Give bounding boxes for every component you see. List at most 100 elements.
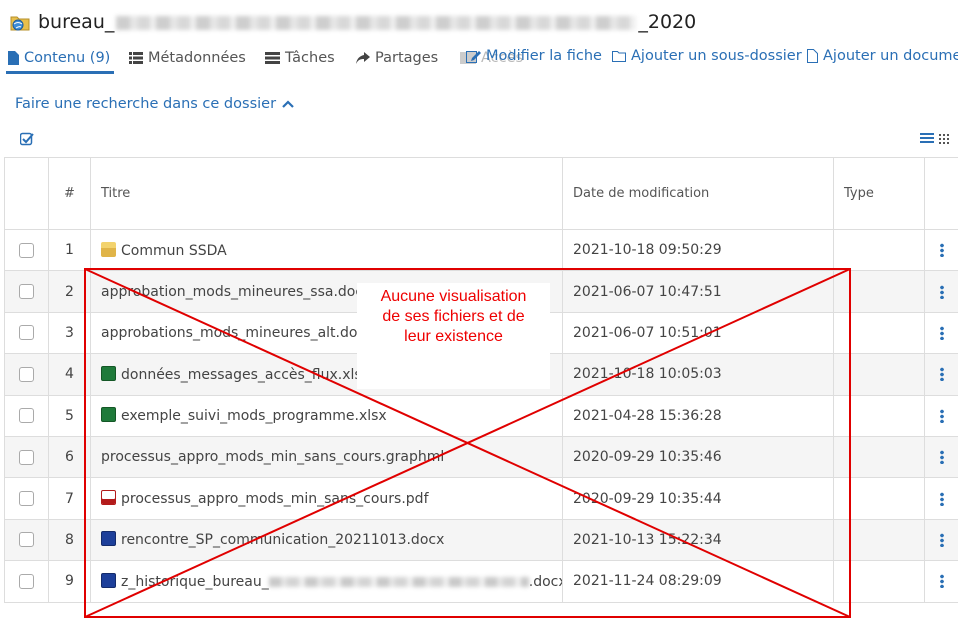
table-row[interactable]: 9 z_historique_bureau_.docx 2021-11-24 0…: [4, 560, 958, 603]
row-title[interactable]: rencontre_SP_communication_20211013.docx: [121, 532, 444, 548]
more-options-icon[interactable]: [939, 367, 944, 382]
list-icon: [129, 52, 143, 64]
table-row[interactable]: 1 Commun SSDA 2021-10-18 09:50:29: [4, 228, 958, 271]
row-type: [833, 435, 925, 478]
row-checkbox[interactable]: [19, 242, 34, 258]
view-switcher: [920, 133, 950, 145]
add-document-button[interactable]: Ajouter un document: [807, 48, 958, 64]
share-icon: [356, 52, 370, 64]
more-options-icon[interactable]: [939, 408, 944, 423]
row-number: 1: [48, 228, 91, 271]
page-title: bureau_ _2020: [38, 11, 697, 33]
row-number: 6: [48, 435, 91, 478]
tab-metadonnees[interactable]: Métadonnées: [129, 50, 246, 66]
folder-icon: [612, 51, 626, 62]
folder-globe-icon: [10, 16, 30, 31]
row-title[interactable]: Commun SSDA: [121, 243, 227, 259]
folder-icon: [101, 241, 116, 257]
row-checkbox[interactable]: [19, 532, 34, 548]
document-icon: [807, 49, 818, 63]
row-title-cell[interactable]: rencontre_SP_communication_20211013.docx: [90, 518, 563, 561]
table-row[interactable]: 6 processus_appro_mods_min_sans_cours.gr…: [4, 435, 958, 478]
pdf-file-icon: [101, 490, 116, 506]
tab-contenu[interactable]: Contenu (9): [5, 50, 115, 74]
row-date: 2021-06-07 10:51:01: [562, 311, 834, 354]
more-options-icon[interactable]: [939, 574, 944, 589]
row-date: 2021-10-13 15:22:34: [562, 518, 834, 561]
row-checkbox[interactable]: [19, 325, 34, 341]
tasks-icon: [265, 52, 280, 64]
more-options-icon[interactable]: [939, 325, 944, 340]
row-type: [833, 311, 925, 354]
row-number: 2: [48, 270, 91, 313]
edit-icon: [466, 51, 481, 63]
select-all-checkbox-icon[interactable]: [20, 132, 34, 146]
row-date: 2021-10-18 10:05:03: [562, 353, 834, 396]
actions-column-header: [924, 157, 958, 230]
row-checkbox[interactable]: [19, 491, 34, 507]
row-type: [833, 560, 925, 603]
row-title[interactable]: approbations_mods_mineures_alt.docx: [101, 325, 373, 341]
word-file-icon: [101, 531, 116, 547]
row-title[interactable]: exemple_suivi_mods_programme.xlsx: [121, 408, 387, 424]
table-row[interactable]: 7 processus_appro_mods_min_sans_cours.pd…: [4, 477, 958, 520]
column-header-title[interactable]: Titre: [90, 157, 563, 230]
table-header-row: # Titre Date de modification Type: [4, 157, 958, 230]
grid-view-icon[interactable]: [938, 133, 950, 145]
row-title[interactable]: processus_appro_mods_min_sans_cours.grap…: [101, 449, 444, 465]
row-date: 2020-09-29 10:35:44: [562, 477, 834, 520]
annotation-note: Aucune visualisation de ses fichiers et …: [357, 283, 550, 389]
row-number: 5: [48, 394, 91, 437]
word-file-icon: [101, 572, 116, 588]
row-checkbox[interactable]: [19, 284, 34, 300]
tab-partages[interactable]: Partages: [356, 50, 438, 66]
row-title-cell[interactable]: exemple_suivi_mods_programme.xlsx: [90, 394, 563, 437]
row-type: [833, 394, 925, 437]
action-label: Ajouter un sous-dossier: [631, 48, 802, 64]
row-title-cell[interactable]: processus_appro_mods_min_sans_cours.grap…: [90, 435, 563, 478]
row-checkbox[interactable]: [19, 573, 34, 589]
column-header-date[interactable]: Date de modification: [562, 157, 834, 230]
row-title[interactable]: processus_appro_mods_min_sans_cours.pdf: [121, 491, 429, 507]
list-view-icon[interactable]: [920, 133, 934, 145]
table-row[interactable]: 5 exemple_suivi_mods_programme.xlsx 2021…: [4, 394, 958, 437]
more-options-icon[interactable]: [939, 532, 944, 547]
column-header-number[interactable]: #: [48, 157, 91, 230]
row-type: [833, 228, 925, 271]
more-options-icon[interactable]: [939, 491, 944, 506]
annotation-line: leur existence: [404, 328, 503, 345]
row-type: [833, 353, 925, 396]
tab-label: Métadonnées: [148, 50, 246, 66]
row-date: 2021-06-07 10:47:51: [562, 270, 834, 313]
add-subfolder-button[interactable]: Ajouter un sous-dossier: [612, 48, 802, 64]
more-options-icon[interactable]: [939, 284, 944, 299]
action-label: Modifier la fiche: [486, 48, 602, 64]
row-checkbox[interactable]: [19, 408, 34, 424]
tab-label: Tâches: [285, 50, 335, 66]
row-number: 9: [48, 560, 91, 603]
row-title[interactable]: données_messages_accès_flux.xlsx: [121, 367, 370, 383]
row-title-cell[interactable]: Commun SSDA: [90, 228, 563, 271]
file-icon: [8, 51, 19, 65]
row-title[interactable]: z_historique_bureau_.docx: [121, 574, 562, 590]
tab-taches[interactable]: Tâches: [265, 50, 335, 66]
more-options-icon[interactable]: [939, 450, 944, 465]
row-title[interactable]: approbation_mods_mineures_ssa.docx: [101, 284, 371, 300]
table-row[interactable]: 8 rencontre_SP_communication_20211013.do…: [4, 518, 958, 561]
column-header-type[interactable]: Type: [833, 157, 925, 230]
row-date: 2020-09-29 10:35:46: [562, 435, 834, 478]
row-checkbox[interactable]: [19, 366, 34, 382]
edit-record-button[interactable]: Modifier la fiche: [466, 48, 602, 64]
row-title-cell[interactable]: processus_appro_mods_min_sans_cours.pdf: [90, 477, 563, 520]
row-date: 2021-11-24 08:29:09: [562, 560, 834, 603]
search-toggle-label: Faire une recherche dans ce dossier: [15, 96, 277, 112]
row-checkbox[interactable]: [19, 449, 34, 465]
folder-search-toggle[interactable]: Faire une recherche dans ce dossier: [15, 96, 294, 112]
row-type: [833, 477, 925, 520]
more-options-icon[interactable]: [939, 243, 944, 258]
row-title-cell[interactable]: z_historique_bureau_.docx: [90, 560, 563, 603]
annotation-line: de ses fichiers et de: [382, 308, 525, 325]
annotation-line: Aucune visualisation: [380, 288, 527, 305]
chevron-up-icon: [282, 100, 294, 108]
excel-file-icon: [101, 365, 116, 381]
